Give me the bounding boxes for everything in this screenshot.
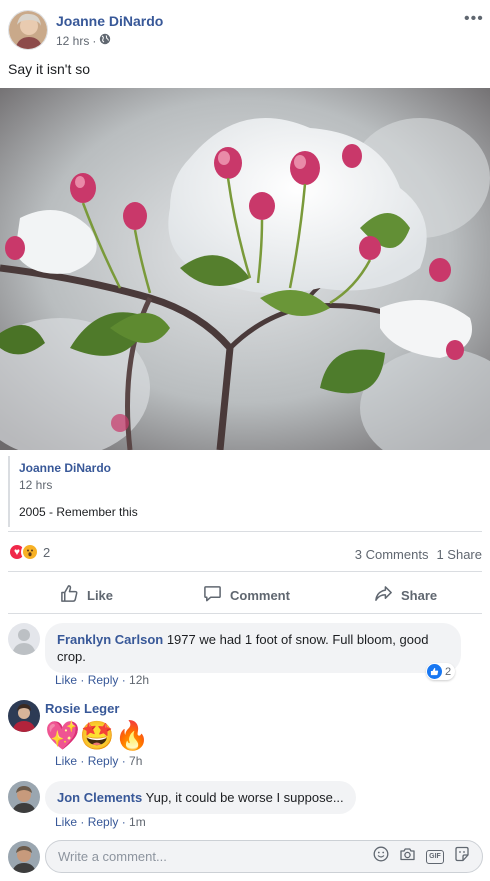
wow-reaction-icon	[21, 543, 39, 561]
shared-text: 2005 - Remember this	[19, 505, 138, 519]
comment-reply-link[interactable]: Reply	[88, 754, 119, 768]
commenter-name[interactable]: Franklyn Carlson	[57, 632, 163, 647]
globe-icon	[99, 33, 111, 48]
like-icon	[60, 584, 79, 606]
commenter-name[interactable]: Rosie Leger	[45, 701, 119, 716]
comment-label: Comment	[230, 587, 290, 603]
composer-tools: GIF	[373, 846, 470, 867]
thumbs-up-icon	[427, 664, 442, 679]
comment-time[interactable]: 12h	[129, 673, 149, 687]
comment-bubble: Franklyn Carlson 1977 we had 1 foot of s…	[45, 623, 461, 673]
shared-time[interactable]: 12 hrs	[19, 478, 52, 492]
post-time[interactable]: 12 hrs	[56, 34, 89, 48]
commenter-avatar[interactable]	[8, 781, 40, 813]
post-text: Say it isn't so	[8, 61, 91, 77]
share-icon	[374, 584, 393, 606]
shared-post-bar	[8, 456, 10, 527]
reaction-summary[interactable]: ♥ 2	[8, 543, 50, 561]
gif-icon[interactable]: GIF	[426, 849, 444, 864]
comment-like-link[interactable]: Like	[55, 815, 77, 829]
comment-time[interactable]: 7h	[129, 754, 142, 768]
meta-separator: ·	[92, 33, 97, 48]
current-user-avatar[interactable]	[8, 841, 40, 873]
divider	[8, 531, 482, 532]
post-author[interactable]: Joanne DiNardo	[56, 13, 163, 29]
comments-count[interactable]: 3 Comments	[355, 547, 429, 562]
camera-icon[interactable]	[399, 846, 416, 867]
post-meta: 12 hrs ·	[56, 33, 111, 48]
comment-actions: Like · Reply · 1m	[55, 815, 146, 829]
comment-bubble: Jon Clements Yup, it could be worse I su…	[45, 781, 356, 814]
comment-like-link[interactable]: Like	[55, 754, 77, 768]
comment-text: Yup, it could be worse I suppose...	[145, 790, 344, 805]
commenter-avatar[interactable]	[8, 700, 40, 732]
comment-reply-link[interactable]: Reply	[88, 673, 119, 687]
divider	[8, 613, 482, 614]
engagement-counts: 3 Comments 1 Share	[355, 547, 482, 562]
comment-like-link[interactable]: Like	[55, 673, 77, 687]
comment-reaction-count: 2	[445, 665, 452, 678]
commenter-avatar[interactable]	[8, 623, 40, 655]
comment-emoji-content: 💖🤩🔥	[45, 719, 150, 752]
comment-composer: GIF	[45, 840, 483, 873]
divider	[8, 571, 482, 572]
reaction-count: 2	[43, 544, 51, 560]
like-button[interactable]: Like	[60, 584, 113, 606]
comment-time[interactable]: 1m	[129, 815, 146, 829]
emoji-icon[interactable]	[373, 846, 389, 867]
comment-input[interactable]	[58, 849, 373, 864]
sticker-icon[interactable]	[454, 846, 470, 867]
share-button[interactable]: Share	[374, 584, 437, 606]
comment-reply-link[interactable]: Reply	[88, 815, 119, 829]
author-avatar[interactable]	[8, 10, 48, 50]
comment-actions: Like · Reply · 12h	[55, 673, 150, 687]
comment-actions: Like · Reply · 7h	[55, 754, 143, 768]
comment-button[interactable]: Comment	[203, 584, 290, 606]
more-options-button[interactable]: •••	[464, 10, 484, 28]
shares-count[interactable]: 1 Share	[436, 547, 482, 562]
comment-reaction-badge[interactable]: 2	[426, 663, 456, 680]
post-photo[interactable]	[0, 88, 490, 450]
comment-icon	[203, 584, 222, 606]
shared-author[interactable]: Joanne DiNardo	[19, 461, 111, 475]
like-label: Like	[87, 587, 114, 603]
share-label: Share	[401, 587, 438, 603]
commenter-name[interactable]: Jon Clements	[57, 790, 142, 805]
